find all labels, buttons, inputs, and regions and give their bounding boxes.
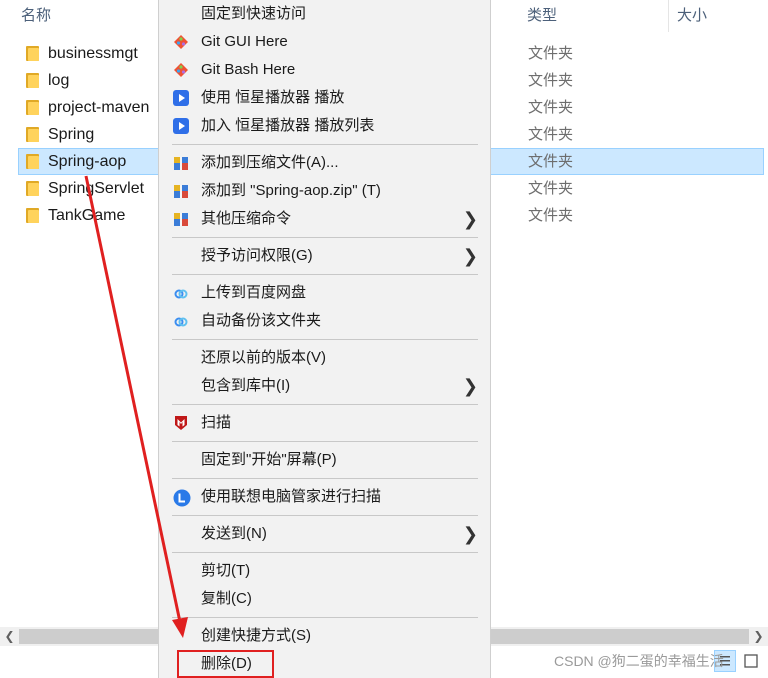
annotation-arrow-icon bbox=[84, 175, 188, 638]
